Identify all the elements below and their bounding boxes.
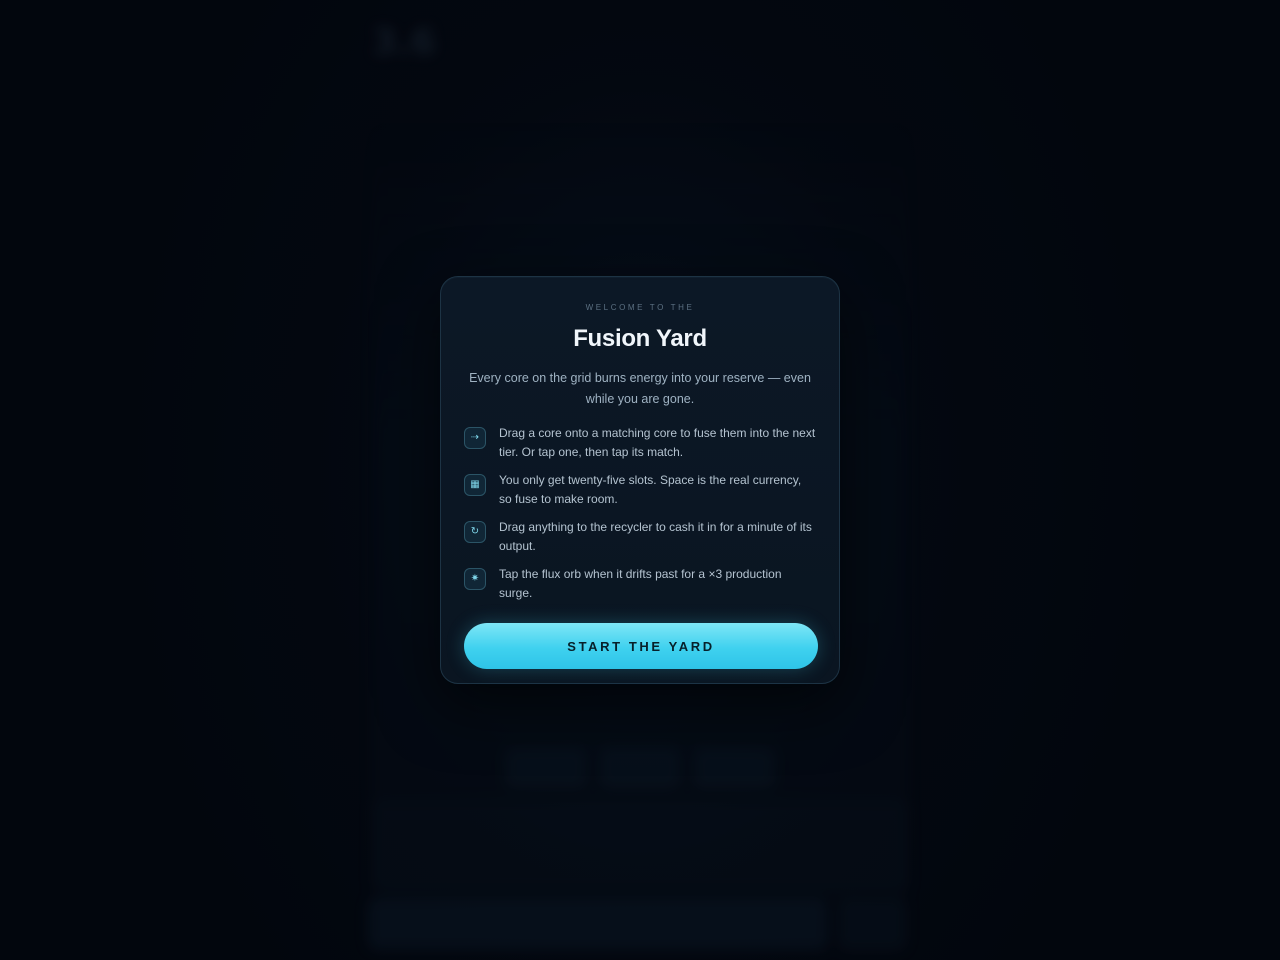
arrow-right-icon: ⇢ xyxy=(464,427,486,449)
dialog-subtitle: Every core on the grid burns energy into… xyxy=(469,371,811,406)
recycle-icon: ↻ xyxy=(464,521,486,543)
tip-text: Drag a core onto a matching core to fuse… xyxy=(499,426,816,459)
tip-slots: ▦ You only get twenty-five slots. Space … xyxy=(464,471,816,518)
tips-list: ⇢ Drag a core onto a matching core to fu… xyxy=(464,424,816,612)
dialog-eyebrow: WELCOME TO THE xyxy=(585,303,695,312)
start-button[interactable]: START THE YARD xyxy=(464,623,818,669)
dialog-title: Fusion Yard xyxy=(573,325,707,352)
tip-text: Drag anything to the recycler to cash it… xyxy=(499,520,812,553)
tip-text: Tap the flux orb when it drifts past for… xyxy=(499,567,782,600)
tip-recycler: ↻ Drag anything to the recycler to cash … xyxy=(464,518,816,565)
tip-fuse: ⇢ Drag a core onto a matching core to fu… xyxy=(464,424,816,471)
welcome-dialog: WELCOME TO THE Fusion Yard Every core on… xyxy=(440,276,840,684)
grid-icon: ▦ xyxy=(464,474,486,496)
tip-flux: ✷ Tap the flux orb when it drifts past f… xyxy=(464,565,816,612)
flux-orb-icon: ✷ xyxy=(464,568,486,590)
tip-text: You only get twenty-five slots. Space is… xyxy=(499,473,802,506)
game-screen: 3.6 WELCOME TO THE Fusion Yard Every cor… xyxy=(0,0,1280,960)
